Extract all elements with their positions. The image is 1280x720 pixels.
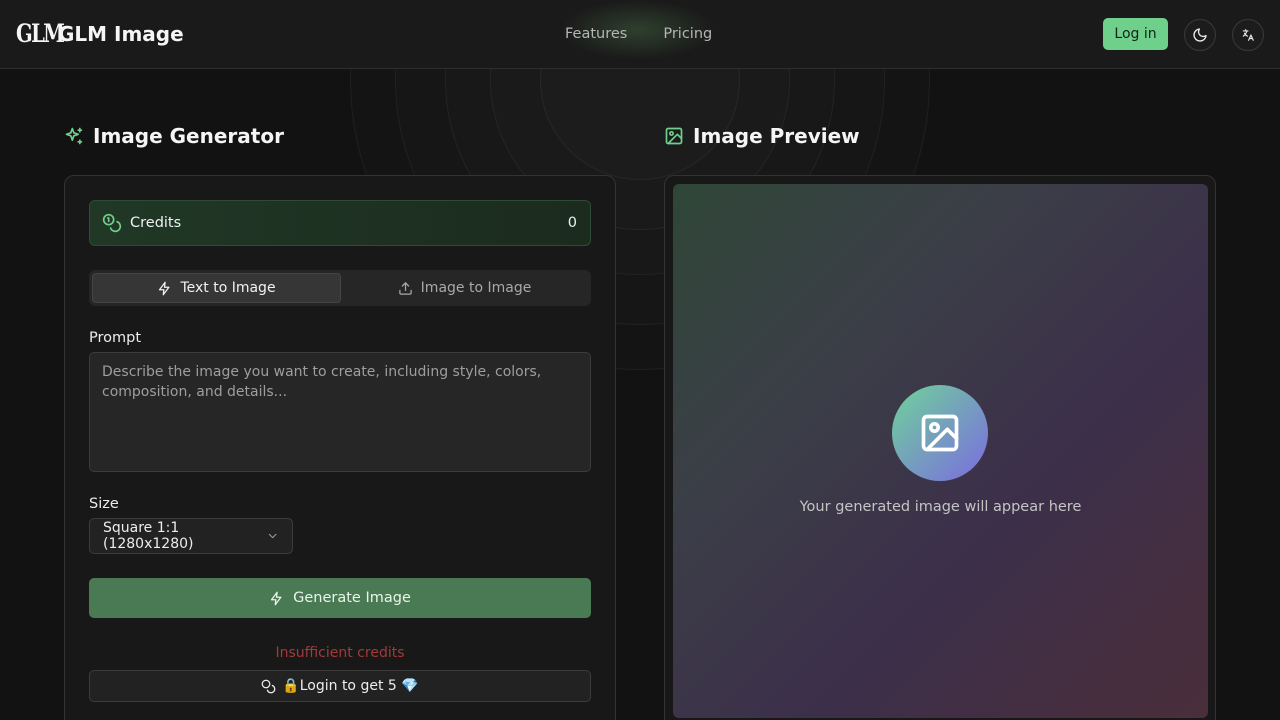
mode-tabs: Text to Image Image to Image bbox=[89, 270, 591, 306]
brand-name: GLM Image bbox=[58, 22, 184, 46]
tab-image-to-image[interactable]: Image to Image bbox=[341, 273, 588, 303]
tab-text-to-image-label: Text to Image bbox=[180, 280, 276, 296]
generator-card: Credits 0 Text to Image Image to Image P… bbox=[64, 175, 616, 720]
generator-title: Image Generator bbox=[64, 124, 284, 148]
logo-mark-icon: GLM bbox=[16, 19, 65, 48]
preview-title-text: Image Preview bbox=[693, 124, 860, 148]
nav-pricing-link[interactable]: Pricing bbox=[663, 26, 712, 42]
translate-icon bbox=[1242, 29, 1254, 41]
preview-card: Your generated image will appear here bbox=[664, 175, 1216, 720]
preview-placeholder-badge bbox=[892, 385, 988, 481]
upload-icon bbox=[398, 281, 412, 295]
login-to-get-credits-label: 🔒Login to get 5 💎 bbox=[282, 678, 419, 694]
main-nav: Features Pricing bbox=[565, 26, 712, 42]
image-icon bbox=[665, 127, 683, 145]
language-button[interactable] bbox=[1232, 19, 1264, 51]
zap-icon bbox=[271, 591, 282, 605]
login-to-get-credits-button[interactable]: 🔒Login to get 5 💎 bbox=[89, 670, 591, 702]
sparkles-icon bbox=[65, 127, 83, 145]
zap-icon bbox=[159, 281, 170, 295]
generate-image-button[interactable]: Generate Image bbox=[89, 578, 591, 618]
image-preview-area: Your generated image will appear here bbox=[673, 184, 1208, 718]
size-label: Size bbox=[89, 496, 119, 512]
chevron-down-icon bbox=[268, 533, 277, 539]
generator-title-text: Image Generator bbox=[93, 124, 284, 148]
credits-panel: Credits 0 bbox=[89, 200, 591, 246]
top-nav-bar: GLM GLM Image Features Pricing Log in bbox=[0, 0, 1280, 69]
preview-placeholder-text: Your generated image will appear here bbox=[799, 499, 1082, 515]
coins-icon bbox=[102, 213, 122, 233]
nav-features-link[interactable]: Features bbox=[565, 26, 627, 42]
prompt-textarea[interactable]: Describe the image you want to create, i… bbox=[89, 352, 591, 472]
size-select-value: Square 1:1 (1280x1280) bbox=[103, 520, 194, 552]
login-button[interactable]: Log in bbox=[1103, 18, 1168, 50]
theme-toggle-button[interactable] bbox=[1184, 19, 1216, 51]
credits-value: 0 bbox=[567, 215, 577, 231]
generate-image-label: Generate Image bbox=[293, 590, 411, 606]
moon-icon bbox=[1193, 28, 1207, 42]
tab-text-to-image[interactable]: Text to Image bbox=[92, 273, 341, 303]
credits-label: Credits bbox=[130, 215, 182, 231]
tab-image-to-image-label: Image to Image bbox=[420, 280, 532, 296]
coins-icon bbox=[261, 679, 276, 693]
preview-title: Image Preview bbox=[664, 124, 860, 148]
image-placeholder-icon bbox=[921, 414, 959, 452]
prompt-label: Prompt bbox=[89, 330, 142, 346]
brand-logo[interactable]: GLM GLM Image bbox=[16, 17, 184, 51]
size-select[interactable]: Square 1:1 (1280x1280) bbox=[89, 518, 293, 554]
insufficient-credits-text: Insufficient credits bbox=[275, 645, 405, 661]
prompt-placeholder: Describe the image you want to create, i… bbox=[102, 364, 542, 400]
